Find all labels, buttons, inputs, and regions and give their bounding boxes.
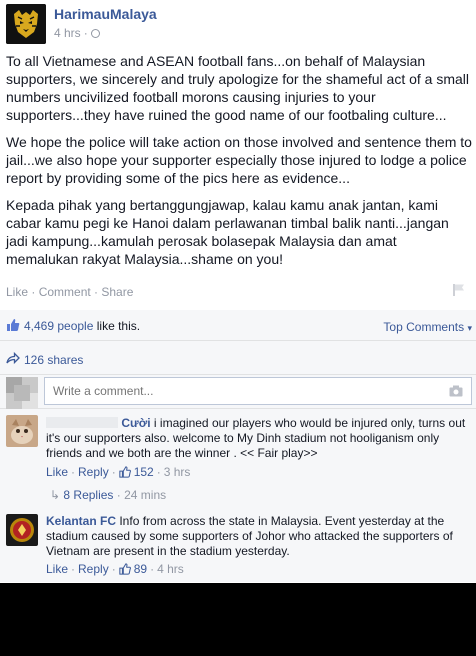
comment-time[interactable]: 3 hrs — [164, 465, 191, 479]
action-dot: · — [111, 465, 116, 479]
post-actions: Like · Comment · Share — [6, 285, 133, 299]
post: HarimauMalaya 4 hrs · To all Vietnamese … — [0, 0, 476, 303]
thumbs-up-icon — [7, 319, 20, 331]
like-link[interactable]: Like — [6, 285, 28, 299]
comment-like-count[interactable]: 89 — [134, 562, 147, 576]
comment-like-link[interactable]: Like — [46, 562, 68, 576]
top-comments-label: Top Comments — [383, 320, 465, 334]
post-paragraph: Kepada pihak yang bertanggungjawap, kala… — [6, 197, 449, 267]
commenter-avatar[interactable] — [6, 415, 38, 447]
thumbs-up-icon — [119, 563, 131, 575]
action-dot: · — [71, 562, 76, 576]
meta-separator: · — [83, 26, 88, 40]
comment-input-box[interactable] — [44, 377, 472, 405]
action-dot: · — [111, 562, 116, 576]
share-link[interactable]: Share — [101, 285, 133, 299]
comment-reply-link[interactable]: Reply — [78, 465, 109, 479]
comment-time[interactable]: 4 hrs — [157, 562, 184, 576]
comment-text: Kelantan FC Info from across the state i… — [46, 514, 470, 559]
comment-item: Kelantan FC Info from across the state i… — [0, 512, 476, 580]
replies-time: 24 mins — [124, 488, 167, 502]
share-arrow-icon — [6, 351, 20, 365]
write-comment-row — [0, 374, 476, 409]
post-meta: 4 hrs · — [54, 26, 100, 40]
likes-row: 4,469 people like this. Top Comments ▾ — [0, 310, 476, 341]
viewer-avatar — [6, 377, 38, 409]
feedback-panel: 4,469 people like this. Top Comments ▾ 1… — [0, 310, 476, 582]
black-bar — [0, 583, 476, 656]
redacted-name — [46, 417, 118, 428]
likes-suffix: like this. — [93, 319, 141, 333]
dropdown-caret-icon: ▾ — [467, 323, 472, 333]
comment-item: Cười i imagined our players who would be… — [0, 412, 476, 502]
comment-link[interactable]: Comment — [39, 285, 91, 299]
reply-arrow-icon: ↳ — [50, 488, 61, 502]
comment-actions: Like · Reply · 89 · 4 hrs — [46, 562, 184, 576]
comment-actions: Like · Reply · 152 · 3 hrs — [46, 465, 190, 479]
post-time[interactable]: 4 hrs — [54, 26, 81, 40]
camera-icon[interactable] — [449, 385, 463, 397]
view-replies-link[interactable]: 8 Replies — [63, 488, 113, 502]
page-avatar[interactable] — [6, 4, 46, 44]
comment-author[interactable]: Cười — [121, 416, 150, 430]
action-dot: · — [150, 562, 155, 576]
club-crest-icon — [6, 514, 38, 546]
comment-like-link[interactable]: Like — [46, 465, 68, 479]
top-comments-dropdown[interactable]: Top Comments ▾ — [383, 320, 472, 334]
action-dot: · — [71, 465, 76, 479]
action-dot: · — [28, 285, 39, 299]
thumbs-up-icon — [119, 466, 131, 478]
comment-like-count[interactable]: 152 — [134, 465, 154, 479]
action-dot: · — [90, 285, 102, 299]
tiger-logo-icon — [6, 4, 46, 44]
comment-reply-link[interactable]: Reply — [78, 562, 109, 576]
likes-count[interactable]: 4,469 people — [24, 319, 93, 333]
replies-row: ↳ 8 Replies · 24 mins — [50, 488, 167, 502]
commenter-avatar[interactable] — [6, 514, 38, 546]
action-dot: · — [156, 465, 161, 479]
shares-row: 126 shares — [0, 346, 476, 375]
flag-icon[interactable] — [452, 283, 466, 297]
post-body: To all Vietnamese and ASEAN football fan… — [6, 52, 472, 277]
post-author[interactable]: HarimauMalaya — [54, 6, 157, 22]
comment-author[interactable]: Kelantan FC — [46, 514, 116, 528]
post-paragraph: We hope the police will take action on t… — [6, 134, 472, 186]
likes-summary: 4,469 people like this. — [24, 319, 140, 333]
cat-photo-icon — [6, 415, 38, 447]
comment-input[interactable] — [51, 383, 435, 399]
post-paragraph: To all Vietnamese and ASEAN football fan… — [6, 53, 470, 123]
shares-count[interactable]: 126 shares — [24, 353, 83, 367]
comment-text: Cười i imagined our players who would be… — [46, 416, 470, 461]
globe-icon — [90, 28, 100, 38]
